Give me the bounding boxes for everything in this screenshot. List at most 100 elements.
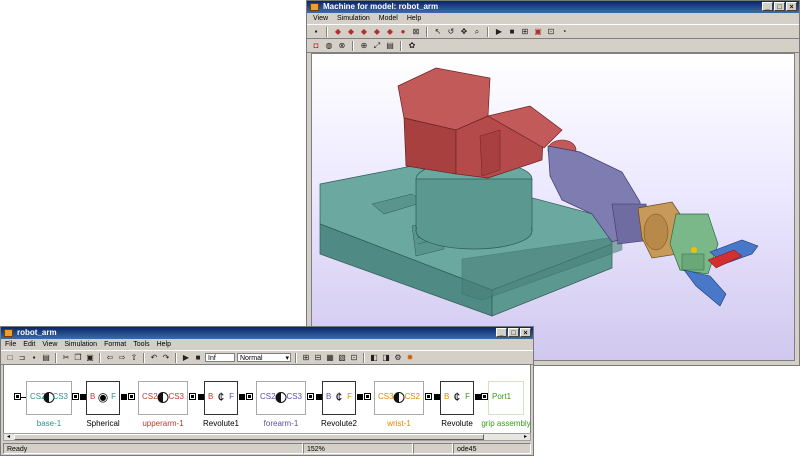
- back-icon[interactable]: ⇦: [105, 353, 115, 363]
- spherical-joint-icon: ◉: [97, 390, 109, 404]
- close-button[interactable]: ×: [786, 2, 797, 11]
- save-icon[interactable]: ▪: [29, 353, 39, 363]
- port-square: [481, 393, 488, 400]
- start-simulation-icon[interactable]: ▶: [181, 353, 191, 363]
- model-window-titlebar[interactable]: robot_arm _ □ ×: [1, 327, 533, 339]
- robot-arm-render: [319, 67, 759, 354]
- build-icon[interactable]: ▦: [325, 353, 335, 363]
- machine-window: Machine for model: robot_arm _ □ × View …: [306, 0, 800, 366]
- menu-view[interactable]: View: [313, 13, 328, 24]
- save-icon[interactable]: ▪: [311, 27, 321, 37]
- view-right-icon[interactable]: ◆: [385, 27, 395, 37]
- solver-name: ode45: [453, 443, 531, 454]
- machine-toolbar-2: ◘ ◍ ⊗ ⊕ ⤢ ▤ ✿: [307, 39, 799, 53]
- debug-icon[interactable]: ▧: [337, 353, 347, 363]
- capture-icon[interactable]: ⊡: [546, 27, 556, 37]
- view-top-icon[interactable]: ●: [398, 27, 408, 37]
- movie-icon[interactable]: ▣: [533, 27, 543, 37]
- grid-icon[interactable]: ▤: [385, 41, 395, 51]
- block-wrist[interactable]: CS3 CS2: [374, 381, 424, 415]
- stop-time-input[interactable]: Inf: [205, 353, 235, 362]
- cs-icon[interactable]: ⊗: [337, 41, 347, 51]
- menu-model[interactable]: Model: [379, 13, 398, 24]
- block-revolute2[interactable]: B ¢ F: [322, 381, 356, 415]
- maximize-button[interactable]: □: [508, 328, 519, 337]
- port-square: [189, 393, 196, 400]
- block-spherical[interactable]: B ◉ F: [86, 381, 120, 415]
- port-label: CS3: [286, 392, 302, 401]
- menu-tools[interactable]: Tools: [133, 339, 149, 350]
- machine-window-titlebar[interactable]: Machine for model: robot_arm _ □ ×: [307, 1, 799, 13]
- redo-icon[interactable]: ↷: [161, 353, 171, 363]
- port-dot: [121, 394, 127, 400]
- menu-simulation[interactable]: Simulation: [337, 13, 370, 24]
- minimize-button[interactable]: _: [496, 328, 507, 337]
- maximize-button[interactable]: □: [774, 2, 785, 11]
- block-base[interactable]: CS2 CS3: [26, 381, 72, 415]
- block-revolute[interactable]: B ¢ F: [440, 381, 474, 415]
- model-explorer-icon[interactable]: ⊟: [313, 353, 323, 363]
- pan-icon[interactable]: ↖: [433, 27, 443, 37]
- axis-icon[interactable]: ⤢: [372, 41, 382, 51]
- block-upperarm[interactable]: CS2 CS3: [138, 381, 188, 415]
- body-geometry-icon[interactable]: ◘: [311, 41, 321, 51]
- menu-help[interactable]: Help: [157, 339, 171, 350]
- block-forearm[interactable]: CS2 CS3: [256, 381, 306, 415]
- block-label: Revolute: [441, 419, 473, 428]
- scroll-right-icon[interactable]: ▸: [521, 434, 530, 440]
- undo-icon[interactable]: ↶: [149, 353, 159, 363]
- scroll-thumb[interactable]: [14, 434, 484, 440]
- update-icon[interactable]: ⊡: [349, 353, 359, 363]
- menu-file[interactable]: File: [5, 339, 16, 350]
- stop-simulation-icon[interactable]: ■: [193, 353, 203, 363]
- horizontal-scrollbar[interactable]: ◂ ▸: [3, 433, 531, 441]
- record-icon[interactable]: ⊞: [520, 27, 530, 37]
- print-icon[interactable]: ▤: [41, 353, 51, 363]
- menu-edit[interactable]: Edit: [23, 339, 35, 350]
- close-button[interactable]: ×: [520, 328, 531, 337]
- port-label: CS2: [260, 392, 276, 401]
- cut-icon[interactable]: ✂: [61, 353, 71, 363]
- settings-icon[interactable]: ✿: [407, 41, 417, 51]
- block-revolute1[interactable]: B ¢ F: [204, 381, 238, 415]
- forward-icon[interactable]: ⇨: [117, 353, 127, 363]
- menu-simulation[interactable]: Simulation: [64, 339, 97, 350]
- browser-icon[interactable]: ◧: [369, 353, 379, 363]
- copy-icon[interactable]: ❐: [73, 353, 83, 363]
- timer-icon[interactable]: ◔: [559, 27, 569, 37]
- simulation-mode-select[interactable]: Normal: [237, 353, 291, 363]
- settings-icon[interactable]: ⚙: [393, 353, 403, 363]
- new-icon[interactable]: □: [5, 353, 15, 363]
- move-icon[interactable]: ✥: [459, 27, 469, 37]
- grip-jaw-lower: [683, 269, 727, 307]
- ellipsoid-icon[interactable]: ◍: [324, 41, 334, 51]
- scroll-left-icon[interactable]: ◂: [4, 434, 13, 440]
- view-back-icon[interactable]: ◆: [359, 27, 369, 37]
- minimize-button[interactable]: _: [762, 2, 773, 11]
- frame-icon[interactable]: ⊕: [359, 41, 369, 51]
- port-label: F: [111, 392, 116, 401]
- status-blank: [413, 443, 453, 454]
- menu-format[interactable]: Format: [104, 339, 126, 350]
- menu-help[interactable]: Help: [407, 13, 421, 24]
- machine-3d-viewport[interactable]: [311, 53, 795, 361]
- block-diagram-canvas[interactable]: CS2 CS3 base-1 B ◉ F Spherical CS2 CS3 u…: [3, 364, 531, 434]
- port-square: [246, 393, 253, 400]
- explorer-icon[interactable]: ◨: [381, 353, 391, 363]
- block-grip-assembly[interactable]: Port1: [488, 381, 524, 415]
- library-icon[interactable]: ⊞: [301, 353, 311, 363]
- view-left-icon[interactable]: ◆: [372, 27, 382, 37]
- stop-icon[interactable]: ■: [507, 27, 517, 37]
- rotate-icon[interactable]: ↺: [446, 27, 456, 37]
- view-iso-icon[interactable]: ◆: [333, 27, 343, 37]
- port-label: CS2: [404, 392, 420, 401]
- paste-icon[interactable]: ▣: [85, 353, 95, 363]
- debugger-icon[interactable]: ✹: [405, 353, 415, 363]
- play-icon[interactable]: ▶: [494, 27, 504, 37]
- menu-view[interactable]: View: [42, 339, 57, 350]
- up-icon[interactable]: ⇧: [129, 353, 139, 363]
- open-icon[interactable]: ⊐: [17, 353, 27, 363]
- fit-view-icon[interactable]: ⊠: [411, 27, 421, 37]
- zoom-icon[interactable]: ⌕: [472, 27, 482, 37]
- view-front-icon[interactable]: ◆: [346, 27, 356, 37]
